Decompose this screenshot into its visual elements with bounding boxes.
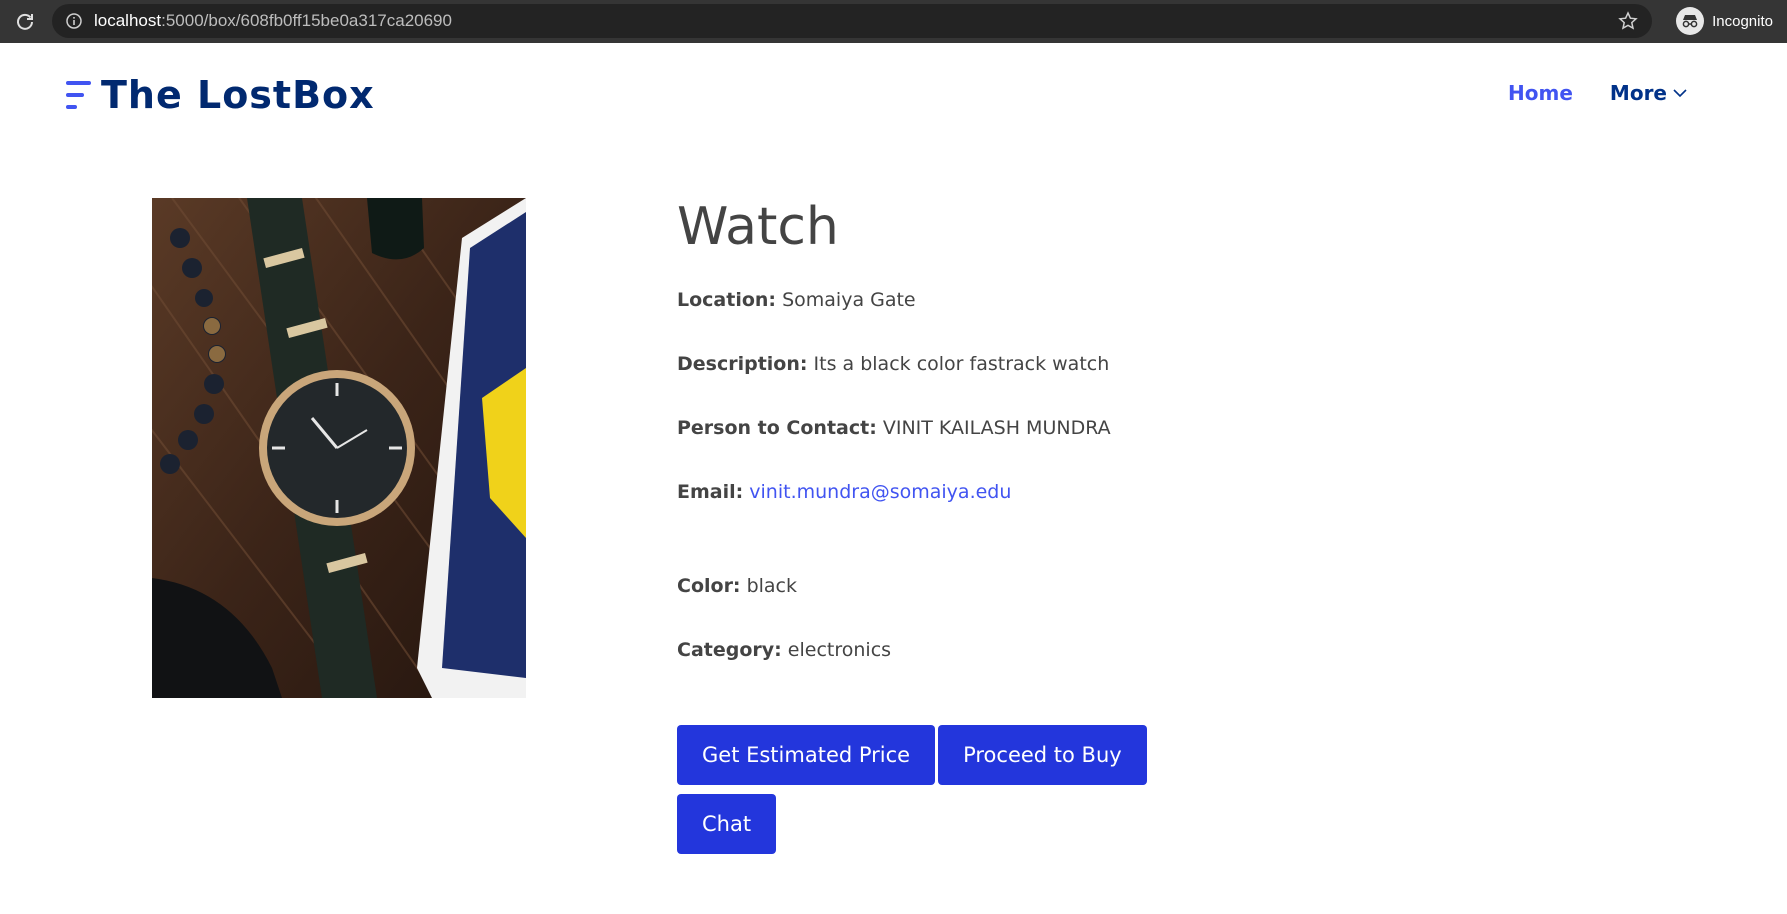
- nav-more[interactable]: More: [1610, 81, 1687, 105]
- item-title: Watch: [677, 197, 839, 257]
- field-email: Email: vinit.mundra@somaiya.edu: [677, 480, 1377, 504]
- field-label: Color:: [677, 575, 741, 597]
- field-value: Somaiya Gate: [782, 289, 916, 311]
- field-value: Its a black color fastrack watch: [813, 353, 1110, 375]
- bookmark-star-icon[interactable]: [1618, 11, 1638, 31]
- url-host: localhost: [94, 11, 162, 30]
- site-header: The LostBox Home More: [0, 43, 1787, 143]
- field-label: Location:: [677, 289, 777, 311]
- incognito-icon: [1676, 7, 1705, 35]
- field-category: Category: electronics: [677, 638, 1377, 662]
- reload-icon[interactable]: [10, 7, 40, 37]
- nav-home[interactable]: Home: [1508, 81, 1573, 105]
- nav-more-label: More: [1609, 81, 1667, 105]
- chevron-down-icon: [1673, 88, 1687, 98]
- email-link[interactable]: vinit.mundra@somaiya.edu: [749, 481, 1011, 503]
- field-description: Description: Its a black color fastrack …: [677, 352, 1377, 376]
- chat-button[interactable]: Chat: [677, 794, 777, 854]
- logo-text: The LostBox: [101, 73, 375, 117]
- field-value: electronics: [787, 639, 892, 661]
- url-text[interactable]: localhost:5000/box/608fb0ff15be0a317ca20…: [94, 11, 452, 31]
- browser-toolbar: localhost:5000/box/608fb0ff15be0a317ca20…: [0, 0, 1787, 43]
- item-details: Watch Location: Somaiya Gate Description…: [677, 196, 1377, 702]
- url-path: :5000/box/608fb0ff15be0a317ca20690: [161, 11, 452, 30]
- main-nav: Home More: [1471, 81, 1687, 105]
- proceed-to-buy-button[interactable]: Proceed to Buy: [938, 725, 1147, 785]
- action-buttons: Get Estimated Price Proceed to Buy Chat: [677, 725, 1177, 863]
- field-value: VINIT KAILASH MUNDRA: [882, 417, 1111, 439]
- site-logo[interactable]: The LostBox: [66, 73, 375, 117]
- get-estimated-price-button[interactable]: Get Estimated Price: [677, 725, 936, 785]
- field-location: Location: Somaiya Gate: [677, 288, 1377, 312]
- incognito-label: Incognito: [1712, 12, 1773, 30]
- field-label: Description:: [677, 353, 808, 375]
- field-contact: Person to Contact: VINIT KAILASH MUNDRA: [677, 416, 1377, 440]
- field-value: black: [746, 575, 798, 597]
- info-icon[interactable]: [66, 13, 82, 29]
- incognito-profile[interactable]: Incognito: [1670, 4, 1779, 38]
- logo-mark-icon: [66, 78, 93, 112]
- address-bar[interactable]: localhost:5000/box/608fb0ff15be0a317ca20…: [52, 4, 1652, 38]
- field-label: Category:: [677, 639, 782, 661]
- field-color: Color: black: [677, 574, 1377, 598]
- field-label: Email:: [677, 481, 744, 503]
- item-photo: [152, 198, 526, 698]
- field-label: Person to Contact:: [677, 417, 877, 439]
